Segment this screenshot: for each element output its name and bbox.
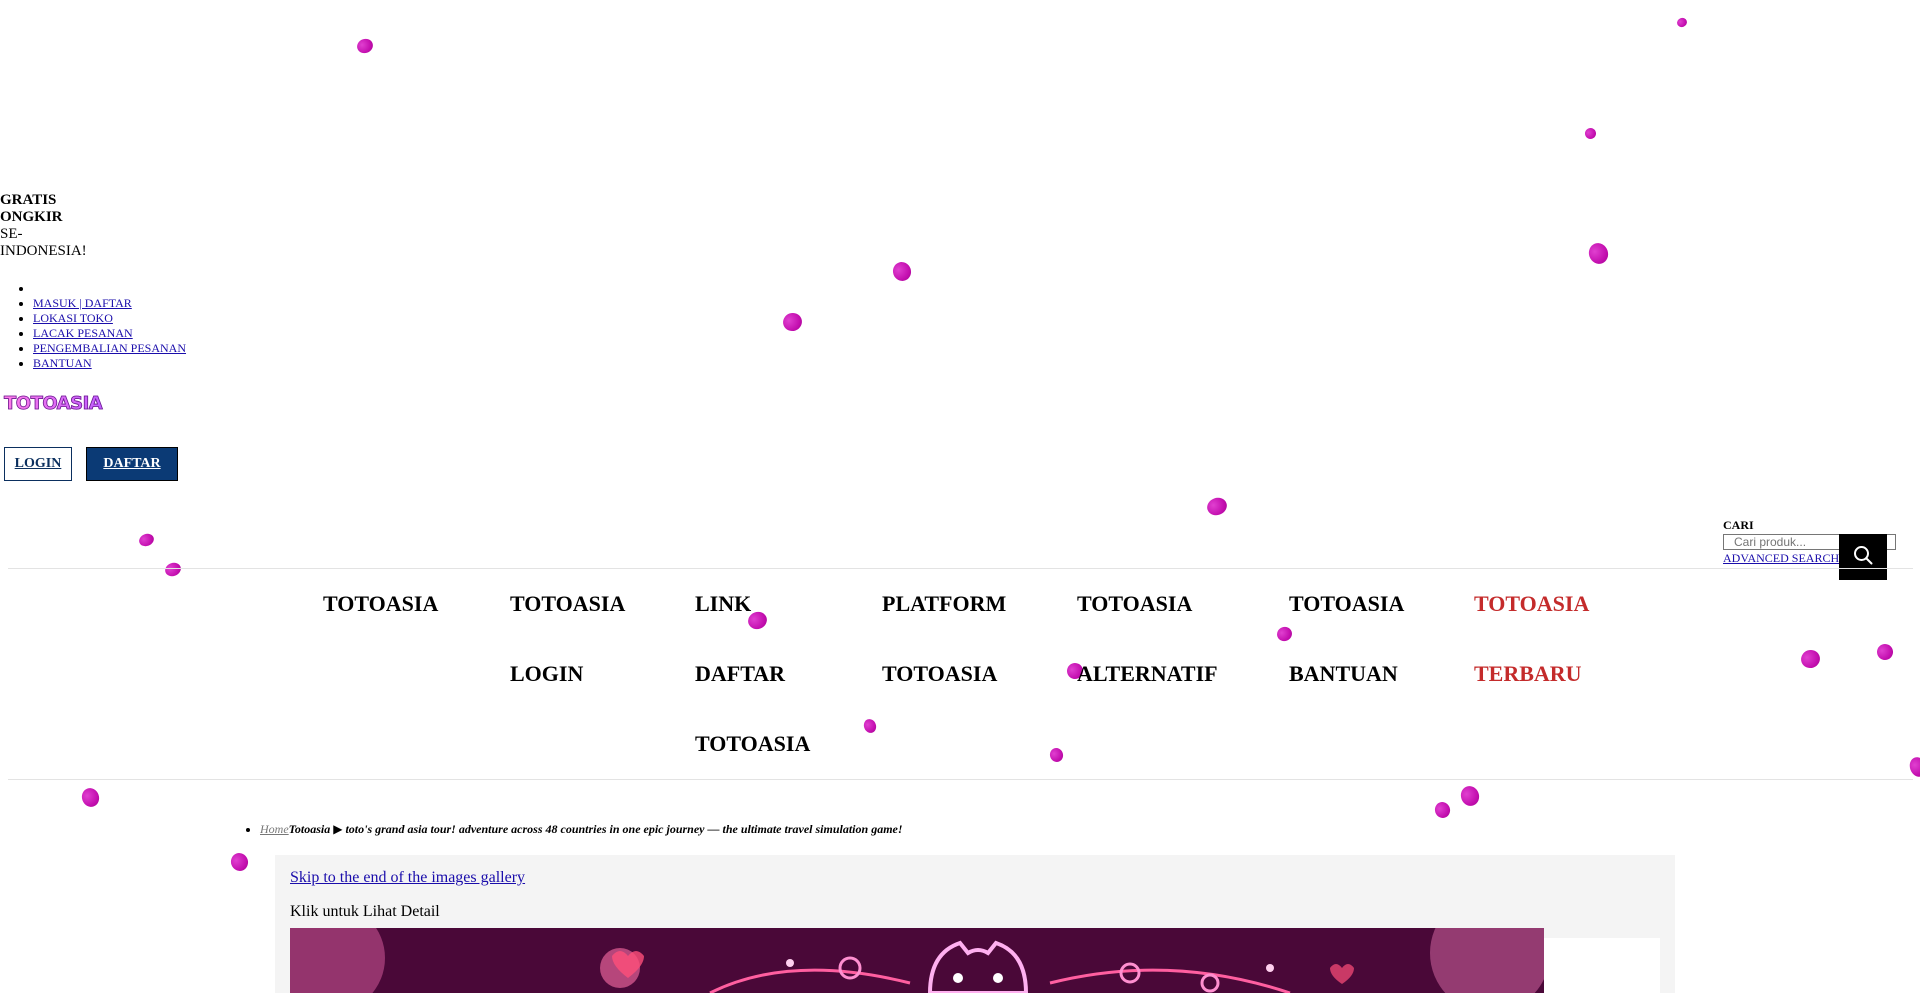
promo-line-1: GRATIS	[0, 192, 57, 208]
top-link-lokasi-toko: LOKASI TOKO	[33, 311, 186, 326]
nav-item-label: ALTERNATIF	[1077, 661, 1218, 686]
top-links-empty-item	[33, 281, 186, 296]
nav-item-label: TOTOASIA	[1474, 591, 1590, 616]
nav-item-totoasia-login[interactable]: TOTOASIA LOGIN	[510, 569, 625, 709]
nav-item-label: LOGIN	[510, 661, 584, 686]
nav-item-label: TOTOASIA	[882, 661, 998, 686]
nav-item-label: TERBARU	[1474, 661, 1582, 686]
bantuan-link[interactable]: BANTUAN	[33, 356, 92, 370]
site-logo[interactable]: TOTOASIA	[4, 391, 108, 415]
masuk-daftar-link[interactable]: MASUK | DAFTAR	[33, 296, 132, 310]
promo-text: GRATIS ONGKIR SE- INDONESIA!	[0, 192, 100, 260]
gallery-banner-image[interactable]	[290, 928, 1544, 993]
breadcrumb: HomeTotoasia ▶ toto's grand asia tour! a…	[245, 822, 903, 837]
nav-item-totoasia[interactable]: TOTOASIA	[323, 569, 438, 639]
nav-item-label: TOTOASIA	[695, 731, 811, 756]
promo-line-3: SE-	[0, 226, 23, 242]
nav-item-link-daftar-totoasia[interactable]: LINK DAFTAR TOTOASIA	[695, 569, 810, 779]
top-links-list: MASUK | DAFTAR LOKASI TOKO LACAK PESANAN…	[14, 281, 186, 371]
nav-item-platform-totoasia[interactable]: PLATFORM TOTOASIA	[882, 569, 1006, 709]
top-link-bantuan: BANTUAN	[33, 356, 186, 371]
skip-gallery-link[interactable]: Skip to the end of the images gallery	[290, 869, 525, 887]
nav-item-label: TOTOASIA	[1289, 591, 1405, 616]
top-link-pengembalian: PENGEMBALIAN PESANAN	[33, 341, 186, 356]
pengembalian-pesanan-link[interactable]: PENGEMBALIAN PESANAN	[33, 341, 186, 355]
neon-banner-graphic	[290, 928, 1544, 993]
nav-item-label: PLATFORM	[882, 591, 1007, 616]
nav-item-label: TOTOASIA	[323, 591, 439, 616]
nav-item-label: DAFTAR	[695, 661, 786, 686]
nav-item-label: TOTOASIA	[1077, 591, 1193, 616]
gallery-side-panel	[1544, 938, 1660, 993]
main-navigation: TOTOASIA TOTOASIA LOGIN LINK DAFTAR TOTO…	[8, 568, 1913, 780]
top-link-lacak-pesanan: LACAK PESANAN	[33, 326, 186, 341]
product-gallery: Skip to the end of the images gallery Kl…	[275, 855, 1675, 993]
nav-item-totoasia-terbaru[interactable]: TOTOASIA TERBARU	[1474, 569, 1589, 709]
nav-item-label: BANTUAN	[1289, 661, 1398, 686]
breadcrumb-home-link[interactable]: Home	[260, 822, 289, 836]
logo-text: TOTOASIA	[4, 392, 104, 414]
search-icon	[1853, 545, 1873, 570]
promo-line-2: ONGKIR	[0, 209, 63, 225]
lacak-pesanan-link[interactable]: LACAK PESANAN	[33, 326, 133, 340]
gallery-caption: Klik untuk Lihat Detail	[290, 903, 440, 920]
promo-line-4: INDONESIA!	[0, 243, 87, 259]
nav-item-label: LINK	[695, 591, 752, 616]
top-link-masuk-daftar: MASUK | DAFTAR	[33, 296, 186, 311]
search-label: CARI	[1723, 518, 1754, 532]
daftar-button[interactable]: DAFTAR	[86, 447, 178, 481]
login-button[interactable]: LOGIN	[4, 447, 72, 481]
nav-item-totoasia-bantuan[interactable]: TOTOASIA BANTUAN	[1289, 569, 1404, 709]
nav-item-totoasia-alternatif[interactable]: TOTOASIA ALTERNATIF	[1077, 569, 1218, 709]
breadcrumb-item: HomeTotoasia ▶ toto's grand asia tour! a…	[260, 822, 903, 837]
lokasi-toko-link[interactable]: LOKASI TOKO	[33, 311, 113, 325]
nav-item-label: TOTOASIA	[510, 591, 626, 616]
breadcrumb-current: Totoasia ▶ toto's grand asia tour! adven…	[288, 822, 903, 836]
